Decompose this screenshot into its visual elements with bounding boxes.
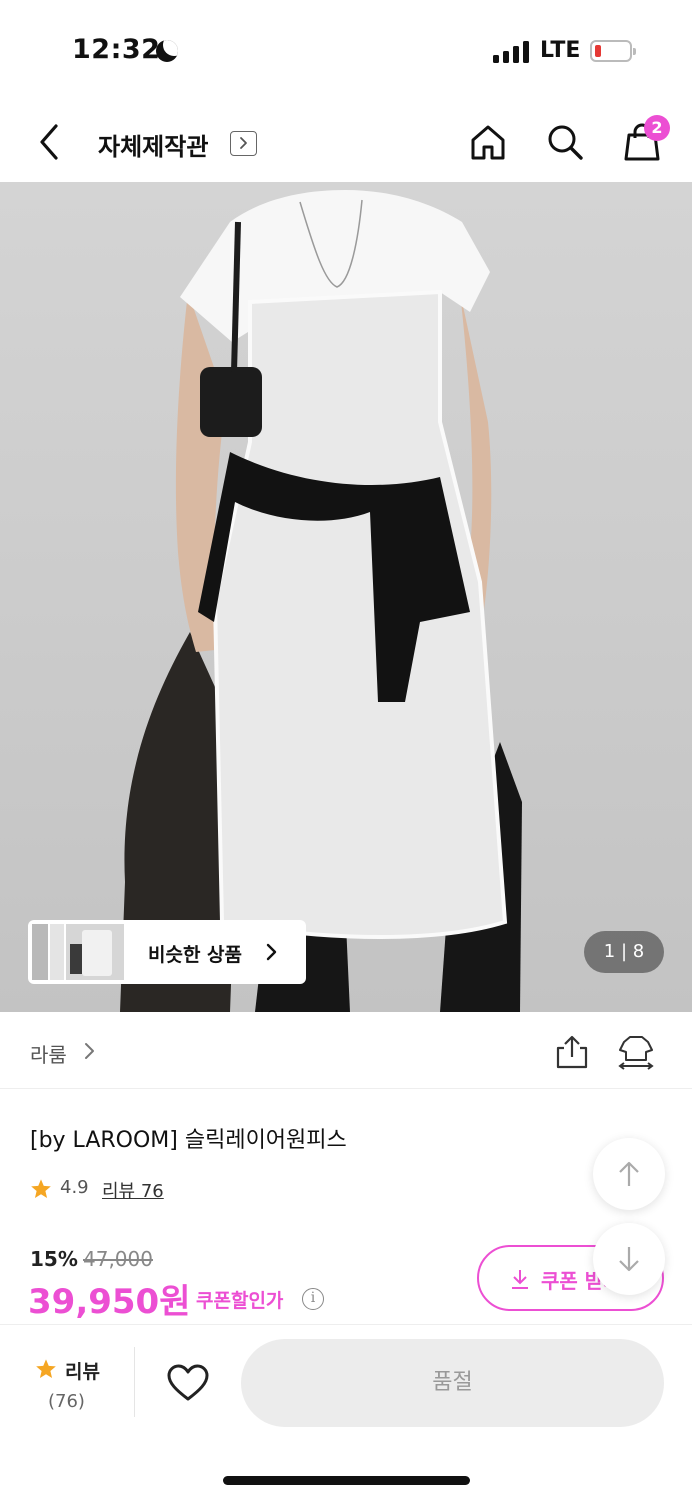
search-button[interactable]	[543, 120, 587, 164]
rating-value: 4.9	[60, 1177, 89, 1198]
home-icon	[471, 125, 505, 160]
review-link[interactable]: 리뷰 76	[102, 1177, 164, 1203]
arrow-down-icon	[619, 1247, 639, 1272]
chevron-right-icon	[266, 943, 277, 961]
share-icon	[556, 1035, 588, 1069]
download-icon	[512, 1270, 528, 1289]
wishlist-button[interactable]	[166, 1363, 210, 1403]
signal-icon	[493, 41, 529, 63]
product-name: [by LAROOM] 슬릭레이어원피스	[30, 1128, 347, 1153]
status-time: 12:32	[72, 34, 161, 65]
home-button[interactable]	[466, 120, 510, 164]
discount-rate: 15%	[30, 1247, 78, 1271]
size-fit-button[interactable]	[616, 1034, 656, 1070]
sale-price: 39,950원	[28, 1282, 191, 1322]
back-button[interactable]	[30, 120, 70, 164]
cart-count-badge: 2	[644, 115, 670, 141]
shirt-size-icon	[618, 1036, 654, 1070]
product-photo	[120, 190, 522, 1012]
network-type: LTE	[540, 38, 581, 63]
coupon-price-label: 쿠폰할인가	[196, 1290, 284, 1312]
chevron-left-icon	[40, 124, 58, 160]
chevron-right-icon	[240, 137, 247, 149]
scroll-up-button[interactable]	[593, 1138, 665, 1210]
soldout-button[interactable]: 품절	[241, 1339, 664, 1427]
share-button[interactable]	[555, 1034, 589, 1070]
brand-row: 라룸	[0, 1012, 692, 1089]
bottom-action-bar: 리뷰 (76) 품절	[0, 1324, 692, 1500]
star-icon	[36, 1359, 56, 1378]
page-title[interactable]: 자체제작관	[98, 127, 208, 162]
original-price: 47,000	[83, 1247, 153, 1271]
product-image[interactable]	[0, 182, 692, 1012]
brand-link[interactable]: 라룸	[30, 1039, 67, 1068]
review-count: (76)	[48, 1391, 85, 1412]
star-icon	[31, 1179, 51, 1198]
search-icon	[548, 125, 583, 160]
scroll-down-button[interactable]	[593, 1223, 665, 1295]
image-counter: 1 | 8	[584, 931, 664, 973]
review-label: 리뷰	[65, 1361, 100, 1383]
top-nav: 자체제작관	[0, 100, 692, 182]
review-summary-button[interactable]: 리뷰 (76)	[28, 1355, 118, 1419]
shop-link-button[interactable]	[230, 131, 257, 156]
heart-icon	[167, 1364, 209, 1401]
battery-icon	[590, 40, 636, 62]
chevron-right-icon	[85, 1043, 94, 1059]
moon-icon	[156, 40, 178, 62]
info-icon[interactable]: i	[302, 1288, 324, 1310]
status-bar: 12:32 LTE	[0, 0, 692, 100]
arrow-up-icon	[619, 1161, 639, 1186]
similar-products-label: 비슷한 상품	[148, 944, 243, 966]
divider	[134, 1347, 135, 1417]
similar-products-button[interactable]: 비슷한 상품	[28, 920, 306, 984]
home-indicator	[223, 1476, 470, 1485]
similar-thumbnail	[32, 924, 124, 980]
